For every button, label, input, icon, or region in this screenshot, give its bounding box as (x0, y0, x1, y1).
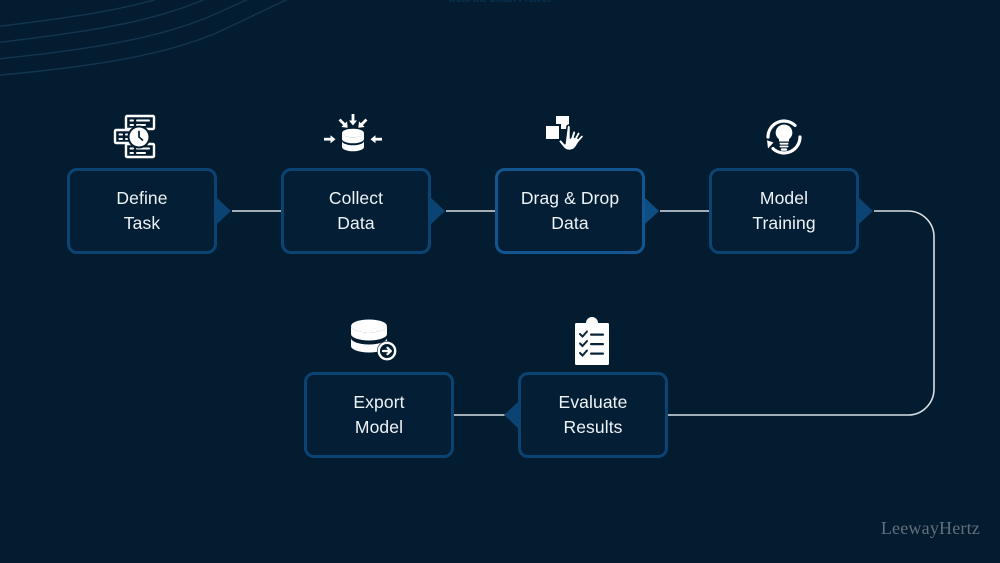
flow-node-drag-drop-data[interactable]: Drag & Drop Data (495, 168, 645, 254)
arrowhead-model-training-to-evaluate-results (859, 198, 873, 224)
arrowhead-evaluate-results-to-export-model (504, 402, 518, 428)
drag-drop-icon (544, 116, 585, 152)
arrowhead-collect-data-to-drag-drop (431, 198, 445, 224)
checklist-clipboard-icon (575, 317, 609, 365)
flow-node-label: Model Training (752, 188, 816, 233)
flow-node-label: Collect Data (328, 188, 384, 233)
database-export-icon (351, 319, 397, 361)
flow-node-label: Evaluate Results (558, 392, 628, 437)
task-clock-icon (113, 114, 156, 159)
watermark-leewayhertz: LeewayHertz (880, 518, 980, 538)
connector-lines (232, 210, 935, 416)
flow-node-define-task[interactable]: Define Task (67, 168, 217, 254)
flow-node-collect-data[interactable]: Collect Data (281, 168, 431, 254)
arrowhead-drag-drop-to-model-training (645, 198, 659, 224)
flow-node-evaluate-results[interactable]: Evaluate Results (518, 372, 668, 458)
flow-node-label: Export Model (353, 392, 405, 437)
flow-node-label: Define Task (116, 188, 168, 233)
flow-node-model-training[interactable]: Model Training (709, 168, 859, 254)
diagram-canvas: from the Smart Project (0, 0, 1000, 563)
collect-data-icon (324, 114, 382, 152)
flow-node-label: Drag & Drop Data (520, 188, 620, 233)
flow-node-export-model[interactable]: Export Model (304, 372, 454, 458)
arrowhead-define-task-to-collect-data (217, 198, 231, 224)
lightbulb-refresh-icon (766, 119, 802, 155)
